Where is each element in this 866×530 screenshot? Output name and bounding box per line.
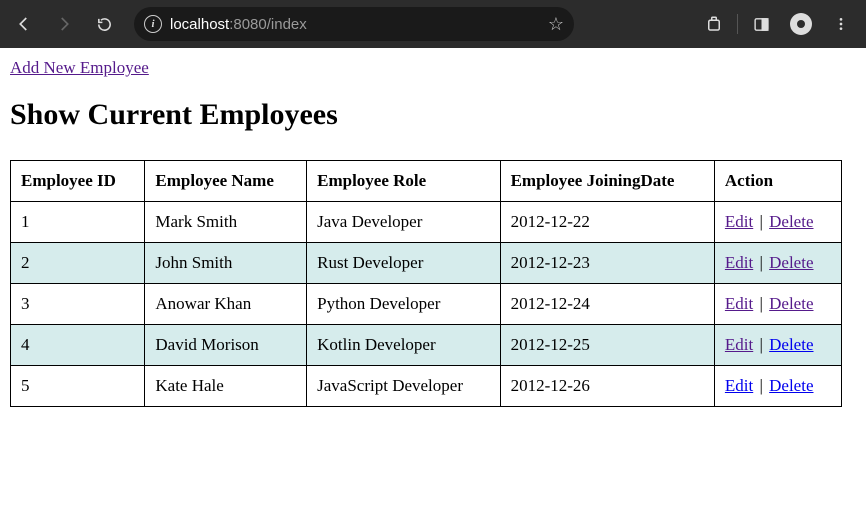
edit-link[interactable]: Edit [725, 212, 753, 231]
cell-id: 5 [11, 366, 145, 407]
extensions-icon[interactable] [697, 7, 731, 41]
add-employee-link[interactable]: Add New Employee [10, 58, 149, 77]
cell-role: Python Developer [307, 284, 500, 325]
cell-role: Rust Developer [307, 243, 500, 284]
cell-date: 2012-12-23 [500, 243, 714, 284]
address-bar[interactable]: i localhost:8080/index ☆ [134, 7, 574, 41]
cell-role: Java Developer [307, 202, 500, 243]
delete-link[interactable]: Delete [769, 335, 813, 354]
side-panel-icon[interactable] [744, 7, 778, 41]
col-employee-role: Employee Role [307, 161, 500, 202]
cell-name: Anowar Khan [145, 284, 307, 325]
cell-id: 2 [11, 243, 145, 284]
cell-date: 2012-12-22 [500, 202, 714, 243]
table-header-row: Employee ID Employee Name Employee Role … [11, 161, 842, 202]
table-row: 2John SmithRust Developer2012-12-23Edit … [11, 243, 842, 284]
cell-name: Mark Smith [145, 202, 307, 243]
col-employee-id: Employee ID [11, 161, 145, 202]
bookmark-star-icon[interactable]: ☆ [548, 14, 564, 35]
action-separator: | [755, 294, 767, 313]
profile-avatar-icon[interactable] [784, 7, 818, 41]
table-row: 4David MorisonKotlin Developer2012-12-25… [11, 325, 842, 366]
cell-date: 2012-12-25 [500, 325, 714, 366]
page-heading: Show Current Employees [10, 98, 856, 132]
cell-action: Edit | Delete [714, 243, 841, 284]
cell-action: Edit | Delete [714, 202, 841, 243]
delete-link[interactable]: Delete [769, 376, 813, 395]
edit-link[interactable]: Edit [725, 376, 753, 395]
table-row: 3Anowar KhanPython Developer2012-12-24Ed… [11, 284, 842, 325]
page-content: Add New Employee Show Current Employees … [0, 48, 866, 417]
cell-action: Edit | Delete [714, 325, 841, 366]
forward-button[interactable] [48, 8, 80, 40]
table-row: 1Mark SmithJava Developer2012-12-22Edit … [11, 202, 842, 243]
url-host: localhost:8080/index [170, 16, 307, 33]
chrome-actions [697, 7, 858, 41]
menu-icon[interactable] [824, 7, 858, 41]
cell-id: 4 [11, 325, 145, 366]
action-separator: | [755, 335, 767, 354]
table-row: 5Kate HaleJavaScript Developer2012-12-26… [11, 366, 842, 407]
edit-link[interactable]: Edit [725, 253, 753, 272]
edit-link[interactable]: Edit [725, 335, 753, 354]
back-button[interactable] [8, 8, 40, 40]
cell-name: David Morison [145, 325, 307, 366]
action-separator: | [755, 376, 767, 395]
site-info-icon[interactable]: i [144, 15, 162, 33]
delete-link[interactable]: Delete [769, 253, 813, 272]
cell-role: JavaScript Developer [307, 366, 500, 407]
col-employee-joiningdate: Employee JoiningDate [500, 161, 714, 202]
cell-action: Edit | Delete [714, 284, 841, 325]
employee-table: Employee ID Employee Name Employee Role … [10, 160, 842, 407]
separator [737, 14, 738, 34]
cell-name: Kate Hale [145, 366, 307, 407]
cell-id: 3 [11, 284, 145, 325]
cell-name: John Smith [145, 243, 307, 284]
action-separator: | [755, 212, 767, 231]
edit-link[interactable]: Edit [725, 294, 753, 313]
browser-chrome: i localhost:8080/index ☆ [0, 0, 866, 48]
delete-link[interactable]: Delete [769, 294, 813, 313]
reload-button[interactable] [88, 8, 120, 40]
cell-date: 2012-12-24 [500, 284, 714, 325]
cell-id: 1 [11, 202, 145, 243]
cell-date: 2012-12-26 [500, 366, 714, 407]
delete-link[interactable]: Delete [769, 212, 813, 231]
col-action: Action [714, 161, 841, 202]
col-employee-name: Employee Name [145, 161, 307, 202]
cell-action: Edit | Delete [714, 366, 841, 407]
cell-role: Kotlin Developer [307, 325, 500, 366]
action-separator: | [755, 253, 767, 272]
